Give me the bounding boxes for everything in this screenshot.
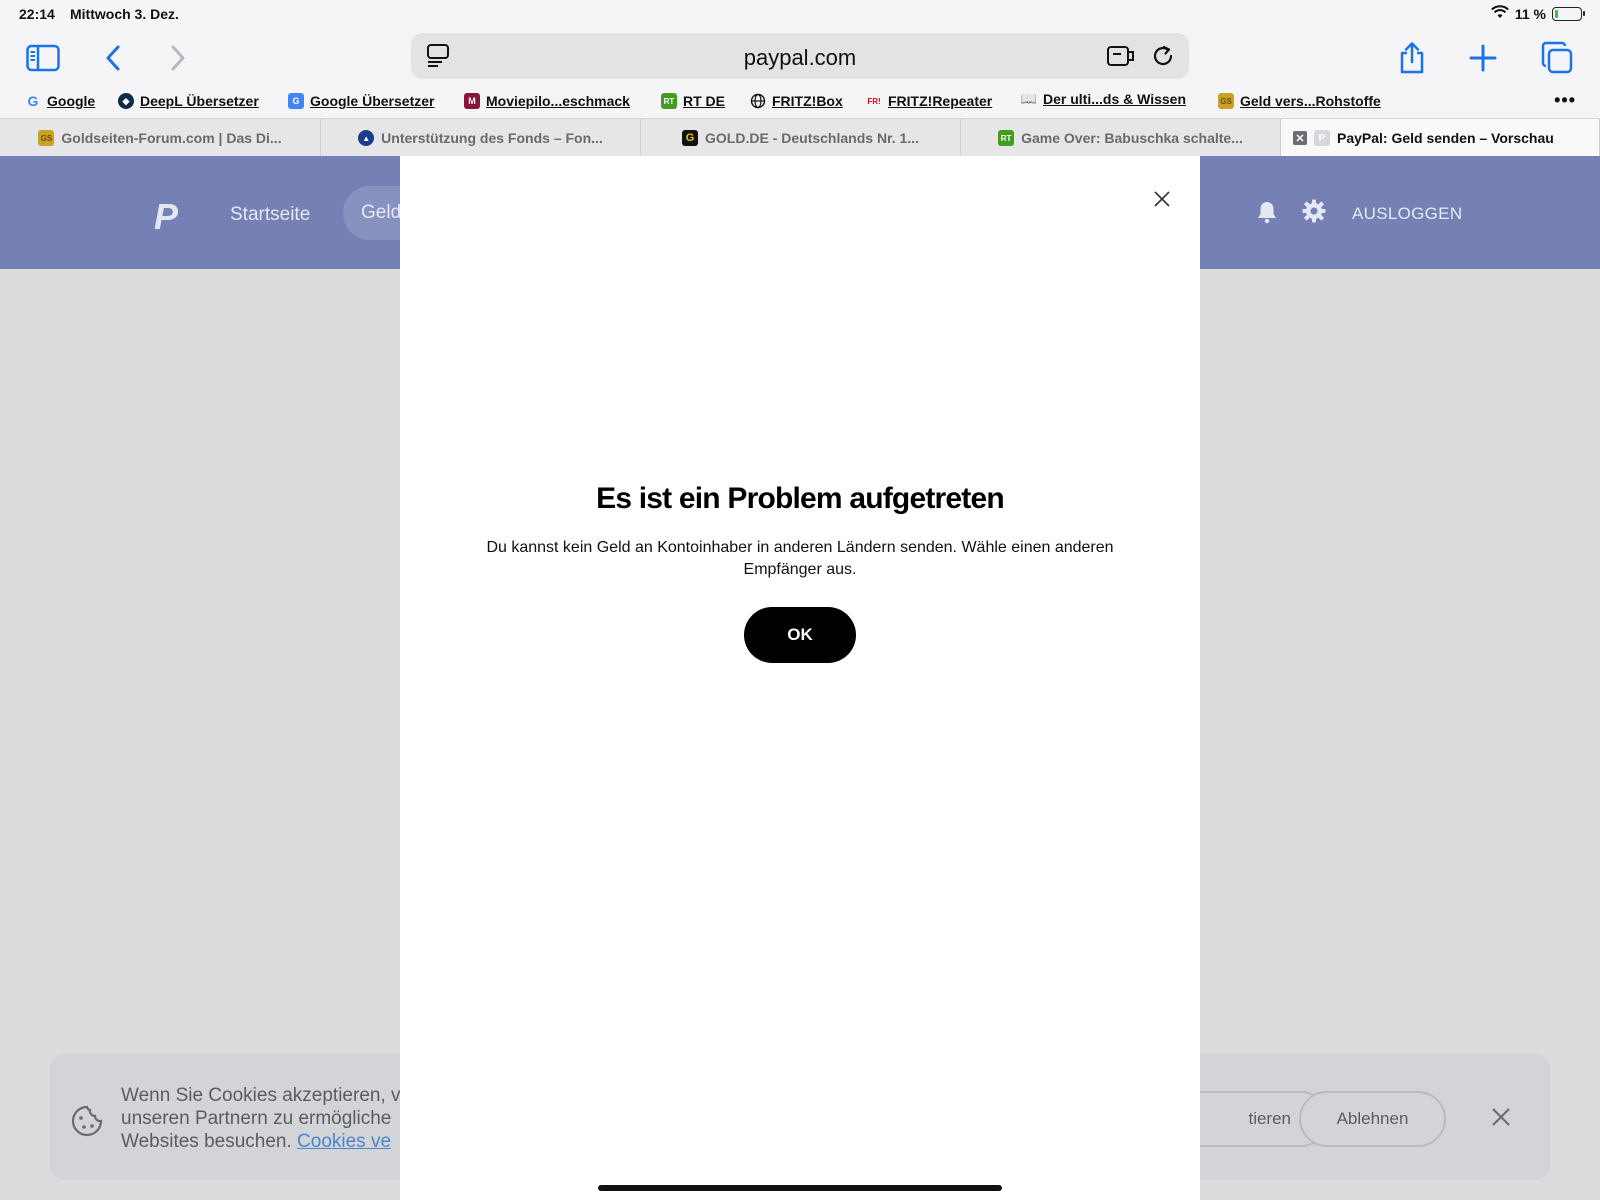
close-dialog-icon[interactable] [1149,186,1175,212]
bookmark-moviepilot[interactable]: M Moviepilo...eschmack [464,93,630,109]
url-text[interactable]: paypal.com [411,45,1189,71]
goldseiten-icon: GS [1218,93,1234,109]
clock: 22:14 [19,6,55,22]
bookmark-der-ultimative[interactable]: 📖 Der ulti...ds & Wissen [1021,91,1186,107]
address-bar[interactable]: paypal.com [411,33,1189,79]
bookmark-google-translate[interactable]: G Google Übersetzer [288,93,434,109]
bookmark-deepl[interactable]: ◆ DeepL Übersetzer [118,93,259,109]
bookmark-geld-versus-rohstoffe[interactable]: GS Geld vers...Rohstoffe [1218,93,1381,109]
wifi-icon [1490,5,1509,22]
browser-toolbar: paypal.com [0,28,1600,88]
close-tab-icon[interactable]: ✕ [1293,131,1307,145]
tab-paypal[interactable]: ✕ P PayPal: Geld senden – Vorschau [1281,119,1600,157]
battery-icon [1552,6,1585,21]
reload-icon[interactable] [1148,41,1178,71]
notifications-bell-icon[interactable] [1256,200,1278,229]
bookmark-fritz-repeater[interactable]: FR! FRITZ!Repeater [866,93,992,109]
nav-startseite[interactable]: Startseite [230,204,310,226]
decline-cookies-button[interactable]: Ablehnen [1299,1091,1446,1147]
sidebar-toggle-icon[interactable] [23,38,63,78]
battery-percent: 11 % [1514,5,1546,22]
new-tab-icon[interactable] [1463,38,1503,78]
bookmark-fritzbox[interactable]: FRITZ!Box [750,93,843,109]
globe-icon [750,93,766,109]
rt-icon: RT [998,130,1015,146]
fritz-icon: FR! [867,96,881,106]
ok-button[interactable]: OK [744,607,856,663]
paypal-logo[interactable]: P [154,196,178,238]
google-translate-icon: G [288,93,304,109]
date: Mittwoch 3. Dez. [70,6,179,22]
fund-icon: ▲ [358,130,375,146]
deepl-icon: ◆ [118,93,134,109]
rt-icon: RT [661,93,677,109]
dialog-message: Du kannst kein Geld an Kontoinhaber in a… [486,539,1114,578]
status-right: 11 % [1490,5,1585,22]
bookmarks-bar: G Google ◆ DeepL Übersetzer G Google Übe… [0,88,1600,118]
goldseiten-icon: GS [38,130,55,146]
tab-gold-de[interactable]: G GOLD.DE - Deutschlands Nr. 1... [641,119,961,157]
cookie-settings-link[interactable]: Cookies ve [297,1131,391,1152]
tab-bar: GS Goldseiten-Forum.com | Das Di... ▲ Un… [0,118,1600,157]
battery-fill [1555,9,1558,18]
share-icon[interactable] [1392,38,1432,78]
more-bookmarks-icon[interactable]: ••• [1554,90,1576,111]
tab-fonds[interactable]: ▲ Unterstützung des Fonds – Fon... [321,119,641,157]
status-bar: 22:14 Mittwoch 3. Dez. 11 % [0,0,1600,28]
settings-gear-icon[interactable] [1302,199,1326,228]
moviepilot-icon: M [464,93,480,109]
gold-de-icon: G [682,130,699,146]
tab-overview-icon[interactable] [1537,38,1577,78]
back-icon[interactable] [93,38,133,78]
paypal-tab-icon: P [1314,130,1330,146]
google-icon: G [27,93,39,109]
bookmark-google[interactable]: G Google [25,93,96,109]
cookie-icon [70,1104,104,1143]
book-icon: 📖 [1020,91,1038,106]
tab-rt-game-over[interactable]: RT Game Over: Babuschka schalte... [961,119,1281,157]
bookmark-rt-de[interactable]: RT RT DE [661,93,725,109]
forward-icon[interactable] [158,38,198,78]
dialog-title: Es ist ein Problem aufgetreten [596,482,1005,515]
home-indicator[interactable] [598,1185,1002,1191]
tab-goldseiten-forum[interactable]: GS Goldseiten-Forum.com | Das Di... [0,119,321,157]
close-cookie-banner-icon[interactable] [1490,1106,1512,1133]
extensions-icon[interactable] [1106,41,1136,71]
logout-link[interactable]: AUSLOGGEN [1352,204,1462,224]
error-dialog: Es ist ein Problem aufgetreten Du kannst… [400,156,1200,1200]
